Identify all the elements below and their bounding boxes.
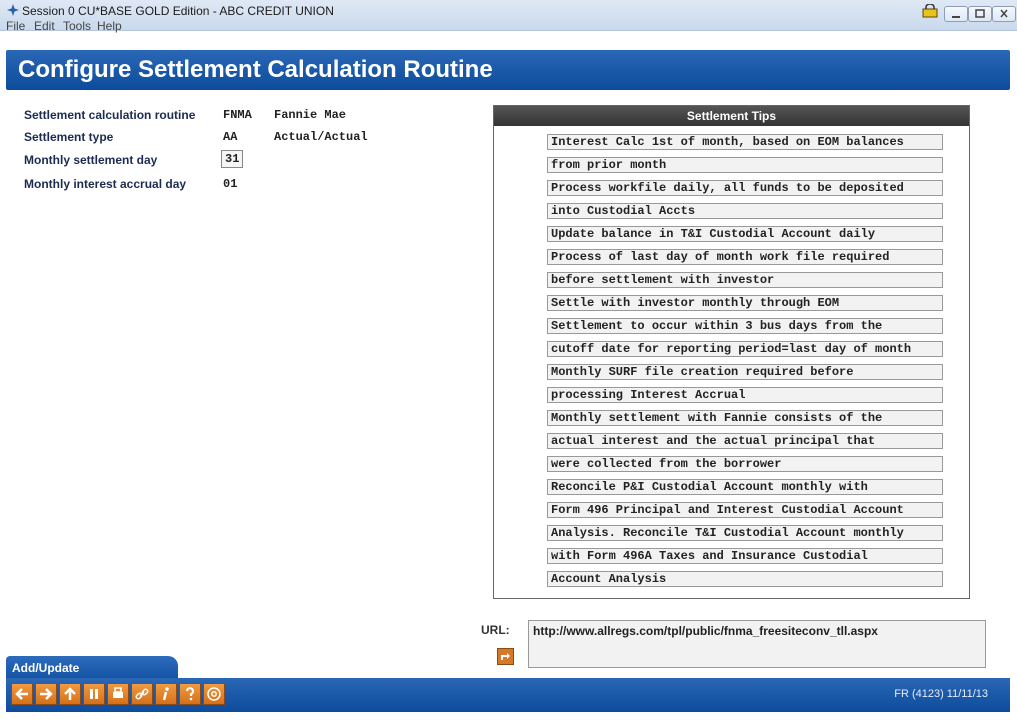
tip-line: from prior month — [547, 157, 943, 173]
url-go-button[interactable] — [497, 648, 514, 665]
menu-tools[interactable]: Tools — [63, 19, 91, 33]
back-button[interactable] — [11, 683, 33, 705]
minimize-button[interactable] — [944, 6, 968, 22]
settlement-type-description: Actual/Actual — [274, 130, 368, 144]
tip-line: processing Interest Accrual — [547, 387, 943, 403]
link-button[interactable] — [131, 683, 153, 705]
tip-line: Process workfile daily, all funds to be … — [547, 180, 943, 196]
pause-icon — [90, 689, 98, 699]
print-icon — [113, 687, 123, 698]
tip-line: Update balance in T&I Custodial Account … — [547, 226, 943, 242]
up-arrow-icon — [64, 687, 76, 700]
window-titlebar: Session 0 CU*BASE GOLD Edition - ABC CRE… — [0, 0, 1017, 33]
footer-toolbar: FR (4123) 11/11/13 — [6, 678, 1010, 712]
accrual-day-value: 01 — [223, 177, 238, 191]
tips-header: Settlement Tips — [494, 106, 969, 126]
add-update-tab[interactable]: Add/Update — [6, 656, 178, 680]
tip-line: Analysis. Reconcile T&I Custodial Accoun… — [547, 525, 943, 541]
forward-arrow-icon — [40, 688, 53, 700]
at-button[interactable] — [203, 683, 225, 705]
forward-button[interactable] — [35, 683, 57, 705]
tip-line: into Custodial Accts — [547, 203, 943, 219]
tip-line: Settle with investor monthly through EOM — [547, 295, 943, 311]
close-button[interactable] — [992, 6, 1016, 22]
tip-line: cutoff date for reporting period=last da… — [547, 341, 943, 357]
info-button[interactable] — [155, 683, 177, 705]
tip-line: Interest Calc 1st of month, based on EOM… — [547, 134, 943, 150]
close-icon — [1000, 9, 1008, 18]
minimize-icon — [952, 16, 960, 18]
menu-file[interactable]: File — [6, 19, 25, 33]
maximize-icon — [975, 9, 985, 18]
settlement-day-input[interactable]: 31 — [221, 150, 244, 168]
tip-line: with Form 496A Taxes and Insurance Custo… — [547, 548, 943, 564]
maximize-button[interactable] — [968, 6, 992, 22]
window-title: Session 0 CU*BASE GOLD Edition - ABC CRE… — [22, 4, 334, 18]
menu-edit[interactable]: Edit — [34, 19, 55, 33]
page-title: Configure Settlement Calculation Routine — [18, 56, 493, 83]
tip-line: Process of last day of month work file r… — [547, 249, 943, 265]
info-icon — [162, 687, 169, 701]
pause-button[interactable] — [83, 683, 105, 705]
url-field[interactable]: http://www.allregs.com/tpl/public/fnma_f… — [528, 620, 986, 668]
link-icon — [135, 688, 149, 700]
settlement-day-label: Monthly settlement day — [24, 153, 158, 167]
add-update-label: Add/Update — [12, 661, 80, 675]
tip-line: Monthly settlement with Fannie consists … — [547, 410, 943, 426]
url-label: URL: — [481, 623, 510, 637]
back-arrow-icon — [15, 688, 28, 700]
tip-line: Account Analysis — [547, 571, 943, 587]
menu-help[interactable]: Help — [97, 19, 122, 33]
up-button[interactable] — [59, 683, 81, 705]
settlement-type-code: AA — [223, 130, 238, 144]
tip-line: Settlement to occur within 3 bus days fr… — [547, 318, 943, 334]
tip-line: Reconcile P&I Custodial Account monthly … — [547, 479, 943, 495]
routine-code: FNMA — [223, 108, 252, 122]
at-icon — [207, 687, 221, 701]
app-icon — [7, 4, 19, 16]
print-button[interactable] — [107, 683, 129, 705]
settlement-type-label: Settlement type — [24, 130, 114, 144]
redirect-arrow-icon — [501, 653, 510, 660]
help-icon — [185, 687, 195, 701]
page-header: Configure Settlement Calculation Routine — [6, 50, 1010, 90]
tip-line: were collected from the borrower — [547, 456, 943, 472]
lock-icon[interactable] — [921, 4, 939, 18]
routine-description: Fannie Mae — [274, 108, 347, 122]
help-button[interactable] — [179, 683, 201, 705]
settlement-tips-panel: Settlement Tips Interest Calc 1st of mon… — [493, 105, 970, 599]
tip-line: Monthly SURF file creation required befo… — [547, 364, 943, 380]
tip-line: before settlement with investor — [547, 272, 943, 288]
routine-label: Settlement calculation routine — [24, 108, 196, 122]
tip-line: actual interest and the actual principal… — [547, 433, 943, 449]
tip-line: Form 496 Principal and Interest Custodia… — [547, 502, 943, 518]
footer-info: FR (4123) 11/11/13 — [894, 688, 988, 700]
accrual-day-label: Monthly interest accrual day — [24, 177, 187, 191]
